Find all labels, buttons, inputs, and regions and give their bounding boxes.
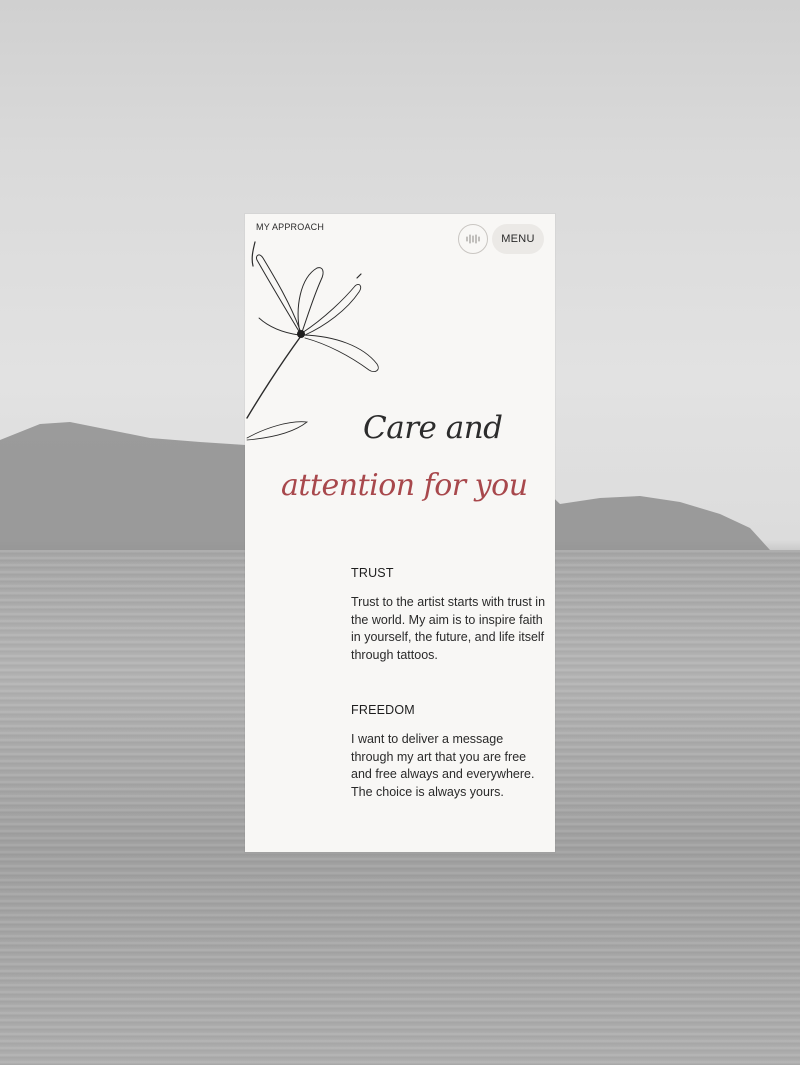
section-label: MY APPROACH	[256, 222, 325, 232]
sound-wave-icon	[466, 234, 480, 244]
section-title-freedom: FREEDOM	[351, 703, 415, 717]
section-body-freedom: I want to deliver a message through my a…	[351, 732, 535, 799]
hero-title-line-1: Care and	[363, 410, 503, 446]
section-body-trust: Trust to the artist starts with trust in…	[351, 595, 546, 662]
sound-toggle-button[interactable]	[458, 224, 488, 254]
mobile-page-card: MY APPROACH MENU Care and attention for …	[245, 214, 555, 852]
hero-title-line-2: attention for you	[281, 468, 528, 503]
section-title-trust: TRUST	[351, 566, 394, 580]
menu-button[interactable]: MENU	[492, 224, 544, 254]
